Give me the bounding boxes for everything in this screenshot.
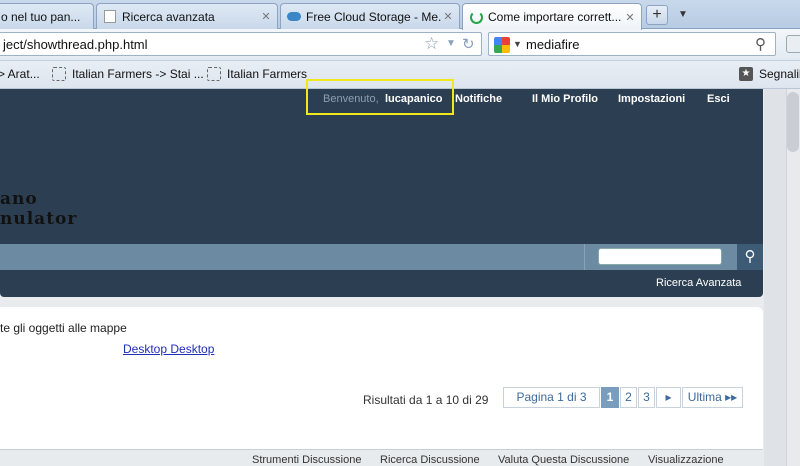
search-thread-menu[interactable]: Ricerca Discussione [380, 454, 480, 466]
scrollbar-thumb[interactable] [787, 92, 799, 152]
forum-search-input[interactable] [598, 248, 722, 265]
bookmarks-menu-label: Segnalib [759, 67, 800, 81]
tab-list-icon[interactable]: ▼ [674, 5, 692, 25]
pager-page-current[interactable]: 1 [601, 387, 619, 408]
site-logo-line2: nulator [0, 209, 78, 229]
loading-icon [469, 10, 483, 24]
navigation-bar: ject/showthread.php.html ☆ ▼ ↻ ▼ mediafi… [0, 29, 800, 61]
pager-label[interactable]: Pagina 1 di 3 [503, 387, 600, 408]
pager-next-button[interactable]: ▸ [656, 387, 681, 408]
search-bar[interactable]: ▼ mediafire ⚲ [488, 32, 776, 56]
bookmark-label: Italian Farmers -> Stai ... [72, 67, 204, 81]
browser-tab-active[interactable]: Come importare corrett... ✕ [462, 3, 642, 30]
bookmarks-menu[interactable]: ★ Segnalib [739, 67, 800, 81]
page-icon [103, 10, 117, 24]
browser-tab[interactable]: Ricerca avanzata ✕ [96, 3, 278, 29]
close-icon[interactable]: ✕ [441, 10, 455, 23]
settings-link[interactable]: Impostazioni [618, 93, 685, 105]
browser-tab[interactable]: Free Cloud Storage - Me... ✕ [280, 3, 460, 29]
tab-title: Come importare corrett... [488, 10, 622, 24]
pager-page[interactable]: 3 [638, 387, 655, 408]
thread-tools-menu[interactable]: Strumenti Discussione [252, 454, 361, 466]
rate-thread-menu[interactable]: Valuta Questa Discussione [498, 454, 629, 466]
bookmark-label: > Arat... [0, 67, 40, 81]
browser-tab-bar: o nel tuo pan... Ricerca avanzata ✕ Free… [0, 0, 800, 30]
google-icon[interactable] [494, 37, 510, 53]
url-bar[interactable]: ject/showthread.php.html ☆ ▼ ↻ [0, 32, 482, 56]
thread-content: te gli oggetti alle mappe Desktop Deskto… [0, 307, 763, 466]
bookmark-label: Italian Farmers [227, 67, 308, 81]
forum-subnav-secondary: Ricerca Avanzata [0, 270, 763, 297]
tab-title: Free Cloud Storage - Me... [306, 9, 441, 24]
reload-icon[interactable]: ↻ [462, 35, 475, 53]
bookmark-star-icon[interactable]: ☆ [424, 34, 439, 54]
advanced-search-link[interactable]: Ricerca Avanzata [656, 277, 741, 289]
tools-button[interactable] [786, 35, 800, 53]
results-count: Risultati da 1 a 10 di 29 [363, 393, 489, 407]
page-icon [52, 67, 66, 81]
highlight-annotation [306, 79, 454, 115]
desktop-link[interactable]: Desktop Desktop [123, 342, 214, 356]
notifications-link[interactable]: Notifiche [455, 93, 502, 105]
cloud-icon [287, 10, 301, 24]
pager-page[interactable]: 2 [620, 387, 637, 408]
bookmarks-star-icon: ★ [739, 67, 753, 81]
url-text: ject/showthread.php.html [3, 37, 148, 52]
engine-dropdown-icon[interactable]: ▼ [513, 39, 522, 49]
close-icon[interactable]: ✕ [259, 10, 273, 23]
close-icon[interactable]: ✕ [623, 11, 637, 24]
divider [584, 244, 585, 270]
thread-title: te gli oggetti alle mappe [0, 321, 127, 335]
tab-title: Ricerca avanzata [122, 9, 215, 24]
forum-subnav: ⚲ [0, 244, 763, 270]
bookmark-item[interactable]: > Arat... [0, 67, 40, 81]
page-icon [207, 67, 221, 81]
search-input[interactable]: mediafire [526, 37, 579, 52]
history-dropdown-icon[interactable]: ▼ [446, 38, 456, 49]
site-logo-line1: ano [0, 189, 38, 209]
new-tab-button[interactable]: + [646, 5, 668, 25]
bookmark-item[interactable]: Italian Farmers -> Stai ... [52, 67, 204, 81]
search-icon[interactable]: ⚲ [755, 35, 766, 53]
profile-link[interactable]: Il Mio Profilo [532, 93, 598, 105]
logout-link[interactable]: Esci [707, 93, 730, 105]
pager-last-button[interactable]: Ultima ▸▸ [682, 387, 743, 408]
tab-title: o nel tuo pan... [1, 9, 81, 24]
search-icon[interactable]: ⚲ [737, 244, 763, 270]
display-mode-menu[interactable]: Visualizzazione [648, 454, 724, 466]
browser-tab[interactable]: o nel tuo pan... [0, 3, 94, 29]
bookmark-item[interactable]: Italian Farmers [207, 67, 307, 81]
thread-tools-bar: Strumenti Discussione Ricerca Discussion… [0, 449, 763, 466]
